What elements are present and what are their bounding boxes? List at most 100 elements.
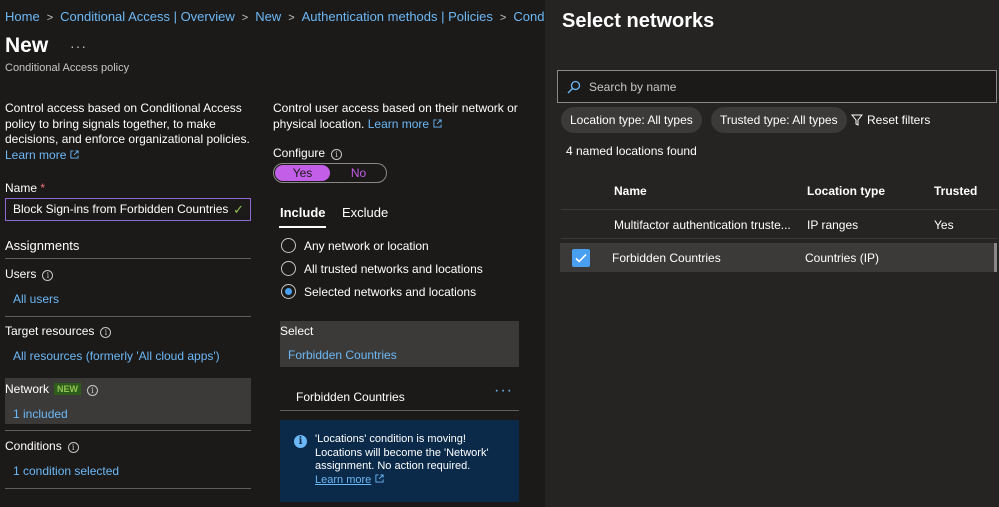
radio-button-selected[interactable] [281,284,296,299]
chevron-right-icon: > [288,12,295,24]
network-description: Control user access based on their netwo… [273,101,518,132]
learn-more-label: Learn more [367,116,430,131]
chevron-right-icon: > [241,12,249,24]
name-label-text: Name [5,181,38,195]
breadcrumb-home[interactable]: Home [5,9,40,24]
row-name[interactable]: Multifactor authentication truste... [614,218,791,232]
scrollbar[interactable] [994,243,997,272]
column-header-name[interactable]: Name [614,184,647,198]
external-link-icon [70,149,79,159]
select-value-link[interactable]: Forbidden Countries [288,348,397,362]
target-resources-value-link[interactable]: All resources (formerly 'All cloud apps'… [13,349,220,363]
divider [561,209,997,210]
breadcrumb-new[interactable]: New [255,9,281,24]
column-header-location-type[interactable]: Location type [807,184,885,198]
active-tab-indicator [279,226,326,228]
info-icon[interactable]: i [87,385,99,396]
notice-learn-more-label: Learn more [315,473,372,486]
configure-label-text: Configure [273,146,326,160]
external-link-icon [433,118,442,128]
info-icon[interactable]: i [67,442,79,453]
divider [5,258,251,259]
divider [5,316,251,317]
learn-more-link[interactable]: Learn more [368,117,442,131]
reset-filters-button[interactable]: Reset filters [850,113,931,127]
column-header-trusted[interactable]: Trusted [934,184,977,198]
search-input[interactable]: Search by name [557,70,997,103]
more-options-button[interactable]: ··· [70,38,87,54]
radio-selected-label: Selected networks and locations [304,284,477,299]
selected-network-name: Forbidden Countries [296,390,405,404]
learn-more-link[interactable]: Learn more [5,148,79,162]
filter-trusted-type[interactable]: Trusted type: All types [711,107,847,133]
assignments-heading: Assignments [5,238,80,253]
info-icon[interactable]: i [42,270,54,281]
network-label: Network NEW i [5,382,99,396]
search-icon [567,80,581,94]
toggle-yes[interactable]: Yes [275,165,330,181]
breadcrumb-conditional[interactable]: Conditional [513,9,545,24]
target-resources-label: Target resources i [5,324,112,338]
page-subtitle: Conditional Access policy [5,62,130,74]
external-link-icon [375,473,384,483]
notice-text: 'Locations' condition is moving! Locatio… [315,433,489,472]
radio-selected-networks[interactable]: Selected networks and locations [281,284,476,299]
radio-trusted-networks[interactable]: All trusted networks and locations [281,261,483,276]
panel-title: Select networks [562,10,715,32]
selected-network-item: Forbidden Countries ··· [280,378,519,411]
policy-name-value: Block Sign-ins from Forbidden Countries [13,202,229,216]
toggle-no[interactable]: No [331,164,386,182]
conditions-label: Conditions i [5,439,79,453]
tab-exclude[interactable]: Exclude [342,205,388,220]
notice-learn-more-link[interactable]: Learn more [315,474,384,486]
info-notice: i 'Locations' condition is moving! Locat… [280,420,519,502]
filter-location-type[interactable]: Location type: All types [561,107,702,133]
network-label-text: Network [5,382,50,396]
conditions-label-text: Conditions [5,439,62,453]
chevron-right-icon: > [46,12,54,24]
chevron-right-icon: > [499,12,507,24]
policy-description: Control access based on Conditional Acce… [5,101,250,163]
radio-button[interactable] [281,261,296,276]
divider [561,238,997,239]
learn-more-label: Learn more [5,147,67,162]
breadcrumb-auth-methods[interactable]: Authentication methods | Policies [302,9,493,24]
tab-include[interactable]: Include [280,205,326,220]
checkmark-icon [575,253,587,263]
breadcrumb-ca-overview[interactable]: Conditional Access | Overview [60,9,235,24]
network-value-link[interactable]: 1 included [13,407,68,421]
page-title: New [5,34,49,57]
name-label: Name * [5,181,45,195]
row-name: Forbidden Countries [612,251,721,265]
row-location-type: IP ranges [807,218,859,232]
policy-description-text: Control access based on Conditional Acce… [5,101,250,146]
divider [5,488,251,489]
users-label: Users i [5,267,54,281]
radio-any-label: Any network or location [304,238,429,253]
users-label-text: Users [5,267,37,281]
required-mark: * [40,181,46,195]
search-placeholder: Search by name [589,80,677,94]
configure-toggle[interactable]: Yes No [273,163,387,183]
select-label: Select [280,324,314,338]
info-icon[interactable]: i [331,149,343,160]
info-icon[interactable]: i [100,327,112,338]
row-checkbox-checked[interactable] [572,249,590,267]
configure-label: Configure i [273,146,343,160]
divider [5,430,251,431]
radio-button[interactable] [281,238,296,253]
reset-filters-label: Reset filters [867,113,931,127]
new-badge: NEW [54,383,82,395]
results-count: 4 named locations found [566,144,697,158]
radio-any-network[interactable]: Any network or location [281,238,429,253]
policy-name-input[interactable]: Block Sign-ins from Forbidden Countries … [5,198,251,221]
breadcrumb: Home > Conditional Access | Overview > New > A… [5,9,545,24]
users-value-link[interactable]: All users [13,292,59,306]
row-location-type: Countries (IP) [805,251,880,265]
conditions-value-link[interactable]: 1 condition selected [13,464,119,478]
radio-trusted-label: All trusted networks and locations [304,261,483,276]
checkmark-icon: ✓ [233,202,244,217]
more-options-button[interactable]: ··· [494,382,513,400]
row-trusted: Yes [934,218,954,232]
info-icon: i [294,435,307,448]
